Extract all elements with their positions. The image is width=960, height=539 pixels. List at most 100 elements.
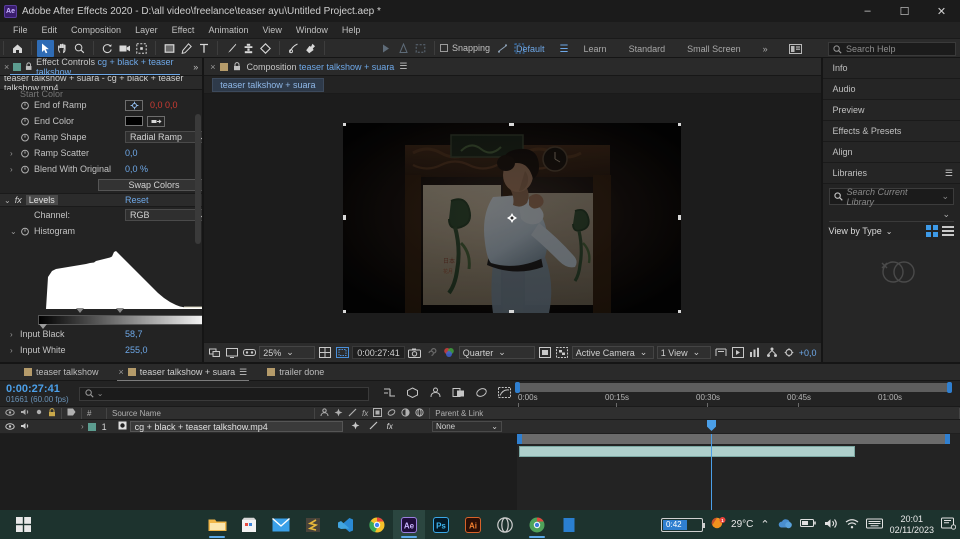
input-black-caret[interactable] bbox=[76, 308, 84, 313]
taskbar-mail-icon[interactable] bbox=[265, 510, 297, 539]
puppet-pin-icon[interactable] bbox=[302, 40, 319, 57]
param-value[interactable]: 0,0 bbox=[125, 148, 138, 158]
timeline-ruler[interactable]: 0:00s 00:15s 00:30s 00:45s 01:00s bbox=[515, 381, 960, 407]
levels-channel-row[interactable]: Channel: RGB ⌄ bbox=[0, 207, 203, 223]
zoom-level-dropdown[interactable]: 25% ⌄ bbox=[259, 346, 316, 359]
vr-view-icon[interactable] bbox=[242, 346, 256, 360]
eraser-tool-icon[interactable] bbox=[257, 40, 274, 57]
composition-tab-label[interactable]: Composition teaser talkshow + suara bbox=[246, 62, 394, 72]
expand-arrow-icon[interactable]: › bbox=[10, 165, 20, 174]
levels-effect-name[interactable]: Levels bbox=[25, 195, 58, 205]
onedrive-icon[interactable] bbox=[777, 518, 793, 532]
workspace-small-screen[interactable]: Small Screen bbox=[676, 44, 752, 54]
transform-handle-br[interactable] bbox=[678, 310, 682, 313]
close-button[interactable]: ✕ bbox=[923, 0, 960, 22]
roto-brush-icon[interactable] bbox=[285, 40, 302, 57]
transform-handle-tl[interactable] bbox=[343, 123, 347, 126]
search-help-field[interactable]: Search Help bbox=[828, 42, 956, 56]
brush-tool-icon[interactable] bbox=[223, 40, 240, 57]
show-snapshot-icon[interactable] bbox=[425, 346, 439, 360]
composition-mini-flowchart-icon[interactable] bbox=[383, 387, 396, 401]
taskbar-file-explorer-icon[interactable] bbox=[201, 510, 233, 539]
video-visibility-icon[interactable] bbox=[5, 408, 15, 418]
snapshot-icon[interactable] bbox=[408, 346, 422, 360]
point-picker-icon[interactable] bbox=[125, 99, 143, 111]
menu-file[interactable]: File bbox=[6, 24, 35, 36]
taskbar-clock[interactable]: 20:01 02/11/2023 bbox=[890, 514, 934, 536]
workspace-menu-icon[interactable]: ☰ bbox=[556, 41, 573, 58]
work-area-top-bar[interactable] bbox=[515, 382, 952, 393]
panel-audio[interactable]: Audio bbox=[822, 79, 960, 100]
param-blend-with-original[interactable]: › Blend With Original 0,0 % bbox=[0, 161, 202, 177]
align-left-icon[interactable] bbox=[378, 40, 395, 57]
param-ramp-shape[interactable]: Ramp Shape Radial Ramp ⌄ bbox=[0, 129, 203, 145]
transform-handle-bc[interactable] bbox=[509, 310, 515, 313]
panel-libraries[interactable]: Libraries ☰ bbox=[822, 163, 960, 184]
quality-icon[interactable] bbox=[348, 408, 357, 419]
start-button[interactable] bbox=[0, 510, 46, 539]
collapse-transformations-icon[interactable] bbox=[334, 408, 343, 419]
pen-tool-icon[interactable] bbox=[178, 40, 195, 57]
param-ramp-scatter[interactable]: › Ramp Scatter 0,0 bbox=[0, 145, 202, 161]
always-preview-icon[interactable] bbox=[208, 346, 222, 360]
solo-icon[interactable] bbox=[35, 408, 43, 418]
wifi-icon[interactable] bbox=[845, 518, 859, 532]
gamma-caret[interactable] bbox=[116, 308, 124, 313]
panel-overflow-icon[interactable]: » bbox=[193, 62, 198, 72]
taskbar-opera-icon[interactable] bbox=[489, 510, 521, 539]
video-frame[interactable]: 日本 花月 bbox=[343, 123, 682, 313]
list-view-icon[interactable] bbox=[942, 226, 954, 236]
workspace-default[interactable]: Default bbox=[505, 44, 556, 54]
fast-previews-icon[interactable] bbox=[731, 346, 745, 360]
layer-expand-arrow-icon[interactable]: › bbox=[81, 422, 84, 431]
region-of-interest-icon[interactable] bbox=[133, 40, 150, 57]
chevron-down-icon[interactable]: ⌄ bbox=[886, 227, 893, 236]
panel-preview[interactable]: Preview bbox=[822, 100, 960, 121]
maximize-button[interactable]: ☐ bbox=[886, 0, 923, 22]
expand-arrow-icon[interactable]: › bbox=[10, 346, 20, 355]
stopwatch-icon[interactable] bbox=[20, 100, 30, 110]
levels-histogram[interactable] bbox=[38, 241, 203, 329]
adjustment-layer-icon[interactable] bbox=[401, 407, 410, 419]
param-value[interactable]: 0,0 % bbox=[125, 164, 148, 174]
rotation-tool-icon[interactable] bbox=[99, 40, 116, 57]
chevron-down-icon[interactable]: ⌄ bbox=[941, 191, 949, 202]
expand-arrow-icon[interactable]: › bbox=[10, 149, 20, 158]
menu-layer[interactable]: Layer bbox=[128, 24, 165, 36]
three-d-layer-icon[interactable] bbox=[415, 407, 424, 419]
panel-info[interactable]: Info bbox=[822, 58, 960, 79]
close-icon[interactable]: × bbox=[119, 367, 124, 377]
views-dropdown[interactable]: 1 View ⌄ bbox=[656, 346, 711, 359]
levels-effect-header[interactable]: ⌄ fx Levels Reset bbox=[0, 193, 203, 207]
close-icon[interactable]: × bbox=[210, 62, 215, 72]
region-of-interest-icon[interactable] bbox=[538, 346, 552, 360]
panel-menu-icon[interactable]: ☰ bbox=[399, 61, 407, 72]
parent-link-column-header[interactable]: Parent & Link bbox=[430, 407, 502, 420]
param-value[interactable]: 255,0 bbox=[125, 345, 148, 355]
taskbar-extra-window-icon[interactable] bbox=[553, 510, 585, 539]
taskbar-sublime-text-icon[interactable] bbox=[297, 510, 329, 539]
battery-indicator[interactable]: 0:42 bbox=[661, 517, 706, 532]
layer-source-name[interactable]: cg + black + teaser talkshow.mp4 bbox=[129, 421, 343, 432]
stopwatch-icon[interactable] bbox=[20, 164, 30, 174]
source-name-column-header[interactable]: Source Name bbox=[107, 407, 314, 420]
effect-controls-scrollbar[interactable] bbox=[195, 114, 202, 244]
table-row[interactable]: › 1 cg + black + teaser talkshow.mp4 fx bbox=[0, 420, 960, 434]
workspace-overflow[interactable]: » bbox=[752, 44, 779, 54]
taskbar-chrome-canary-icon[interactable] bbox=[521, 510, 553, 539]
notification-center-icon[interactable] bbox=[941, 517, 957, 533]
safe-zones-icon[interactable] bbox=[335, 346, 349, 360]
playhead[interactable] bbox=[707, 420, 716, 514]
channels-icon[interactable] bbox=[442, 346, 456, 360]
layer-collapse-transform-icon[interactable] bbox=[351, 421, 360, 432]
track-canvas[interactable] bbox=[517, 420, 960, 514]
menu-help[interactable]: Help bbox=[335, 24, 368, 36]
transform-handle-bl[interactable] bbox=[343, 310, 347, 313]
transparency-grid-icon[interactable] bbox=[555, 346, 569, 360]
param-input-white[interactable]: › Input White 255,0 bbox=[0, 342, 202, 358]
stopwatch-icon[interactable] bbox=[20, 148, 30, 158]
levels-gradient-bar[interactable] bbox=[38, 315, 203, 325]
panel-menu-icon[interactable]: ☰ bbox=[945, 168, 953, 179]
zoom-tool-icon[interactable] bbox=[71, 40, 88, 57]
composition-subtab[interactable]: teaser talkshow + suara bbox=[212, 77, 324, 92]
